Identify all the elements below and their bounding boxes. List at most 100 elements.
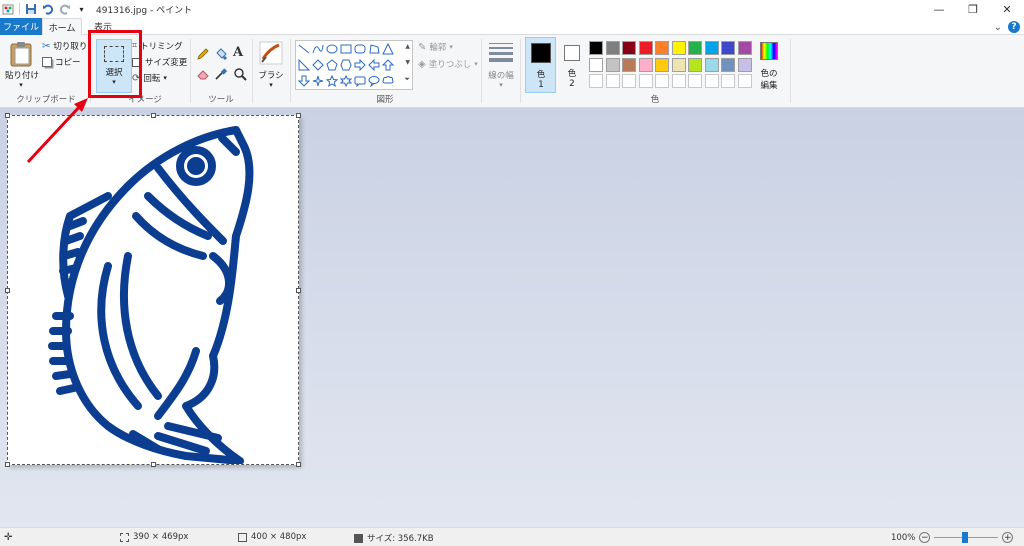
color2-button[interactable]: 色 2 bbox=[558, 37, 586, 93]
palette-color-7[interactable] bbox=[688, 41, 702, 55]
undo-icon[interactable] bbox=[41, 3, 54, 16]
palette-color-2[interactable] bbox=[605, 41, 620, 55]
help-button[interactable]: ? bbox=[1008, 21, 1020, 33]
copy-button[interactable]: コピー bbox=[42, 55, 81, 69]
size-dropdown-icon[interactable]: ▾ bbox=[496, 81, 506, 89]
palette-empty-1[interactable] bbox=[589, 74, 603, 88]
restore-button[interactable]: ❐ bbox=[956, 0, 990, 18]
resize-handle-bottom-left[interactable] bbox=[5, 462, 10, 467]
tab-home[interactable]: ホーム bbox=[42, 18, 82, 36]
zoom-slider[interactable] bbox=[934, 532, 999, 543]
resize-handle-top-left[interactable] bbox=[5, 113, 10, 118]
edit-colors-button[interactable]: 色の 編集 bbox=[752, 39, 786, 93]
palette-color-12[interactable] bbox=[605, 57, 620, 72]
palette-color-15[interactable] bbox=[655, 57, 669, 72]
palette-color-9[interactable] bbox=[721, 41, 735, 55]
five-point-star-shape-icon[interactable] bbox=[325, 74, 339, 88]
pencil-icon[interactable] bbox=[196, 47, 210, 61]
palette-empty-2[interactable] bbox=[605, 74, 620, 88]
brushes-dropdown-icon[interactable]: ▾ bbox=[266, 81, 276, 89]
minimize-button[interactable]: — bbox=[922, 0, 956, 18]
fill-dropdown-icon[interactable]: ▾ bbox=[474, 60, 478, 68]
close-button[interactable]: ✕ bbox=[990, 0, 1024, 18]
palette-color-20[interactable] bbox=[737, 57, 752, 72]
palette-empty-9[interactable] bbox=[721, 74, 735, 88]
magnifier-icon[interactable] bbox=[233, 67, 247, 81]
rounded-callout-shape-icon[interactable] bbox=[354, 75, 366, 88]
size-button[interactable]: 線の幅 ▾ bbox=[485, 39, 517, 93]
palette-color-6[interactable] bbox=[671, 41, 686, 55]
paint-app-icon[interactable] bbox=[2, 3, 15, 16]
shapes-scroll-up-icon[interactable]: ▲ bbox=[405, 43, 410, 50]
resize-handle-top-right[interactable] bbox=[296, 113, 301, 118]
oval-shape-icon[interactable] bbox=[326, 43, 338, 55]
shapes-expand-icon[interactable]: ⏷ bbox=[404, 75, 410, 84]
zoom-in-icon[interactable]: + bbox=[1002, 532, 1014, 543]
paste-button[interactable]: 貼り付け ▾ bbox=[4, 39, 39, 93]
palette-color-10[interactable] bbox=[737, 41, 752, 55]
oval-callout-shape-icon[interactable] bbox=[368, 75, 380, 88]
left-arrow-shape-icon[interactable] bbox=[368, 58, 380, 72]
palette-empty-3[interactable] bbox=[622, 74, 636, 88]
palette-empty-5[interactable] bbox=[655, 74, 669, 88]
palette-color-1[interactable] bbox=[589, 41, 603, 55]
resize-handle-bottom[interactable] bbox=[151, 462, 156, 467]
brushes-button[interactable]: ブラシ ▾ bbox=[256, 39, 286, 93]
tab-file[interactable]: ファイル bbox=[0, 18, 42, 35]
curve-shape-icon[interactable] bbox=[312, 43, 324, 55]
outline-dropdown-icon[interactable]: ▾ bbox=[449, 43, 453, 51]
text-tool-icon[interactable]: A bbox=[233, 45, 243, 60]
zoom-slider-thumb[interactable] bbox=[962, 532, 969, 543]
six-point-star-shape-icon[interactable] bbox=[339, 74, 353, 88]
collapse-ribbon-icon[interactable]: ⌄ bbox=[994, 22, 1002, 33]
rectangle-shape-icon[interactable] bbox=[340, 43, 352, 55]
fill-button[interactable]: ◈ 塗りつぶし ▾ bbox=[418, 57, 478, 71]
resize-handle-top[interactable] bbox=[151, 113, 156, 118]
palette-color-13[interactable] bbox=[622, 57, 636, 72]
outline-button[interactable]: ✎ 輪郭 ▾ bbox=[418, 40, 453, 54]
redo-icon[interactable] bbox=[58, 3, 71, 16]
line-shape-icon[interactable] bbox=[298, 43, 310, 55]
triangle-shape-icon[interactable] bbox=[382, 42, 394, 55]
eraser-icon[interactable] bbox=[196, 67, 210, 81]
palette-color-17[interactable] bbox=[688, 57, 702, 72]
hexagon-shape-icon[interactable] bbox=[340, 59, 352, 71]
palette-empty-10[interactable] bbox=[737, 74, 752, 88]
palette-empty-7[interactable] bbox=[688, 74, 702, 88]
rotate-dropdown-icon[interactable]: ▾ bbox=[163, 74, 167, 82]
diamond-shape-icon[interactable] bbox=[312, 59, 324, 71]
palette-color-8[interactable] bbox=[704, 41, 719, 55]
pentagon-shape-icon[interactable] bbox=[326, 59, 338, 71]
palette-empty-6[interactable] bbox=[671, 74, 686, 88]
palette-color-19[interactable] bbox=[721, 57, 735, 72]
color1-button[interactable]: 色 1 bbox=[525, 37, 556, 93]
palette-color-11[interactable] bbox=[589, 57, 603, 72]
palette-color-18[interactable] bbox=[704, 57, 719, 72]
cloud-callout-shape-icon[interactable] bbox=[382, 75, 394, 87]
right-triangle-shape-icon[interactable] bbox=[298, 58, 311, 71]
down-arrow-shape-icon[interactable] bbox=[297, 75, 311, 87]
right-arrow-shape-icon[interactable] bbox=[354, 58, 366, 72]
color-picker-icon[interactable] bbox=[214, 67, 228, 81]
up-arrow-shape-icon[interactable] bbox=[381, 59, 395, 71]
resize-handle-left[interactable] bbox=[5, 288, 10, 293]
palette-empty-8[interactable] bbox=[704, 74, 719, 88]
shapes-scroll-down-icon[interactable]: ▼ bbox=[405, 59, 410, 66]
customize-toolbar-icon[interactable]: ▾ bbox=[75, 3, 88, 16]
palette-empty-4[interactable] bbox=[638, 74, 653, 88]
paste-dropdown-icon[interactable]: ▾ bbox=[16, 81, 26, 89]
fill-bucket-icon[interactable] bbox=[214, 47, 228, 61]
cut-button[interactable]: ✂ 切り取り bbox=[42, 39, 87, 53]
palette-color-5[interactable] bbox=[655, 41, 669, 55]
polygon-shape-icon[interactable] bbox=[368, 43, 380, 55]
resize-handle-bottom-right[interactable] bbox=[296, 462, 301, 467]
palette-color-3[interactable] bbox=[622, 41, 636, 55]
zoom-out-icon[interactable]: − bbox=[919, 532, 931, 543]
palette-color-4[interactable] bbox=[638, 41, 653, 55]
save-icon[interactable] bbox=[24, 3, 37, 16]
image-canvas[interactable] bbox=[5, 113, 301, 467]
four-point-star-shape-icon[interactable] bbox=[312, 75, 324, 87]
palette-color-14[interactable] bbox=[638, 57, 653, 72]
rounded-rectangle-shape-icon[interactable] bbox=[354, 43, 366, 55]
resize-handle-right[interactable] bbox=[296, 288, 301, 293]
